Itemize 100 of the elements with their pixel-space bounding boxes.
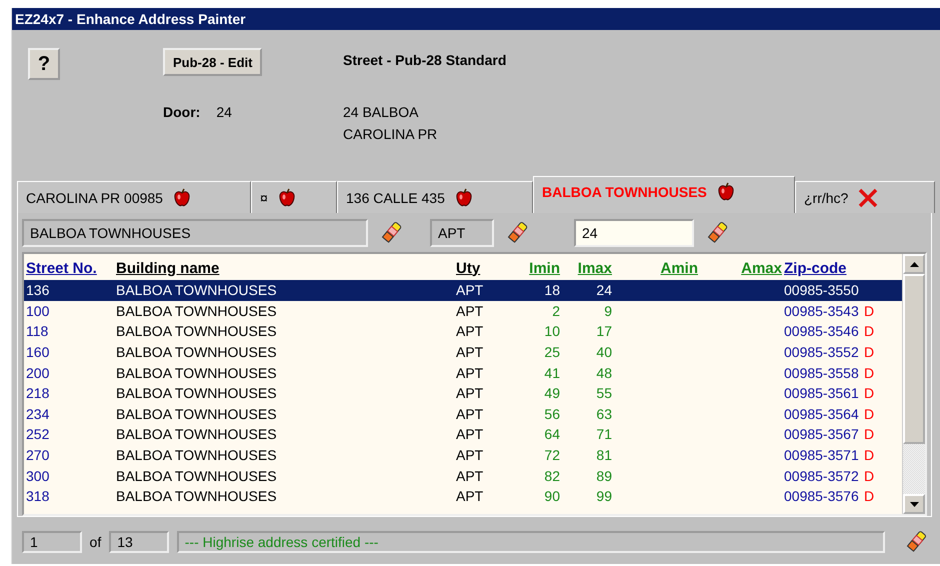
flag-text: D xyxy=(863,364,876,381)
help-button[interactable]: ? xyxy=(28,48,60,80)
building-field[interactable]: BALBOA TOWNHOUSES xyxy=(22,219,368,247)
table-cell-text: BALBOA TOWNHOUSES xyxy=(115,385,278,402)
record-field[interactable]: 1 xyxy=(22,531,82,553)
tab[interactable]: ¤ xyxy=(251,181,337,213)
address-line: 24 BALBOA xyxy=(343,104,420,120)
table-cell-text: 24 xyxy=(595,282,612,298)
table-row[interactable]: 118 BALBOA TOWNHOUSES APT 10 17 00985-3546 D xyxy=(24,321,902,342)
column-header[interactable]: Zip-code xyxy=(782,260,862,276)
edit-button[interactable]: Pub-28 - Edit xyxy=(163,48,262,76)
table-cell-text: BALBOA TOWNHOUSES xyxy=(115,344,278,360)
table-cell-text: 40 xyxy=(595,344,612,360)
table-cell-text: APT xyxy=(455,302,484,319)
table-row[interactable]: 252 BALBOA TOWNHOUSES APT 64 71 00985-3567 D xyxy=(24,424,902,445)
table-cell-text: 90 xyxy=(543,488,560,504)
flag-text: D xyxy=(863,468,876,484)
flag-text: D xyxy=(863,385,876,402)
column-header[interactable]: Amax xyxy=(698,260,782,276)
apple-icon xyxy=(716,182,735,202)
table-cell-text: 00985-3564 xyxy=(783,406,860,422)
table-cell-text: 252 xyxy=(25,426,50,442)
up-arrow-icon[interactable] xyxy=(910,262,918,266)
table-cell-text: BALBOA TOWNHOUSES xyxy=(115,406,278,422)
table-cell-text: 89 xyxy=(595,468,612,484)
table-cell-text: 81 xyxy=(595,447,612,464)
table-cell-text: 136 xyxy=(25,282,50,298)
table-cell-text: 200 xyxy=(25,364,50,381)
table-cell-text: 72 xyxy=(543,447,560,464)
table-cell-text: BALBOA TOWNHOUSES xyxy=(115,488,278,504)
table-cell-text: 100 xyxy=(25,302,50,319)
table-cell-text: 55 xyxy=(595,385,612,402)
flag-text: D xyxy=(863,406,876,422)
table-row[interactable]: 136 BALBOA TOWNHOUSES APT 18 24 00985-3550 xyxy=(24,280,902,301)
table-cell-text: BALBOA TOWNHOUSES xyxy=(115,447,278,464)
table-cell-text: APT xyxy=(455,447,484,464)
table-cell-text: 49 xyxy=(543,385,560,402)
of-label: of xyxy=(90,534,102,550)
flag-text: D xyxy=(863,344,876,360)
tab[interactable]: ¿rr/hc? xyxy=(795,181,935,213)
table-cell-text: APT xyxy=(455,385,484,402)
apple-icon xyxy=(172,188,191,208)
table-cell-text: 300 xyxy=(25,468,50,484)
table-cell-text: APT xyxy=(455,426,484,442)
flag-text: D xyxy=(863,302,876,319)
table-cell-text: 00985-3552 xyxy=(783,344,860,360)
table-cell-text: APT xyxy=(455,364,484,381)
table-cell-text: BALBOA TOWNHOUSES xyxy=(115,302,278,319)
down-arrow-icon[interactable] xyxy=(910,502,918,506)
flag-text: D xyxy=(863,426,876,442)
table-row[interactable]: 100 BALBOA TOWNHOUSES APT 2 9 00985-3543 D xyxy=(24,300,902,322)
table-cell-text: 118 xyxy=(25,323,50,340)
table-cell-text: 99 xyxy=(595,488,612,504)
table-cell-text: 00985-3571 xyxy=(783,447,860,464)
table-cell-text: 00985-3561 xyxy=(783,385,860,402)
unit-type-field[interactable]: APT xyxy=(430,219,494,247)
table-cell-text: 48 xyxy=(595,364,612,381)
table-cell-text: BALBOA TOWNHOUSES xyxy=(115,323,278,340)
table-cell-text: 234 xyxy=(25,406,50,422)
standard-label: Street - Pub-28 Standard xyxy=(343,52,506,68)
apple-icon xyxy=(454,188,473,208)
table-cell-text: 10 xyxy=(543,323,560,340)
table-row[interactable]: 218 BALBOA TOWNHOUSES APT 49 55 00985-3561 D xyxy=(24,382,902,404)
table-cell-text: 00985-3558 xyxy=(783,364,860,381)
number-field[interactable]: 24 xyxy=(574,219,694,247)
table-cell-text: 63 xyxy=(595,406,612,422)
column-header[interactable]: Imin xyxy=(516,260,560,276)
table-row[interactable]: 300 BALBOA TOWNHOUSES APT 82 89 00985-3572 D xyxy=(24,465,902,486)
table-cell-text: 218 xyxy=(25,385,50,402)
status-message: --- Highrise address certified --- xyxy=(176,531,886,553)
table-row[interactable]: 270 BALBOA TOWNHOUSES APT 72 81 00985-3571 D xyxy=(24,444,902,466)
table-cell-text: 56 xyxy=(543,406,560,422)
table-cell-text: 00985-3572 xyxy=(783,468,860,484)
table-row[interactable]: 234 BALBOA TOWNHOUSES APT 56 63 00985-3564 D xyxy=(24,404,902,424)
column-header[interactable]: Uty xyxy=(454,260,516,276)
close-icon[interactable] xyxy=(858,188,878,208)
table-cell-text: 318 xyxy=(25,488,50,504)
table-cell-text: 17 xyxy=(595,323,612,340)
table-cell-text: 9 xyxy=(603,302,612,319)
window-title: EZ24x7 - Enhance Address Painter xyxy=(12,8,940,30)
column-header[interactable]: Imax xyxy=(560,260,612,276)
table-cell-text: APT xyxy=(455,344,484,360)
table-cell-text: APT xyxy=(455,468,484,484)
tab[interactable]: 136 CALLE 435 xyxy=(337,181,533,213)
column-header[interactable]: Amin xyxy=(612,260,698,276)
table-cell-text: 18 xyxy=(543,282,560,298)
table-cell-text: BALBOA TOWNHOUSES xyxy=(115,282,278,298)
table-cell-text: APT xyxy=(455,406,484,422)
table-cell-text: 00985-3543 xyxy=(783,302,860,319)
address-line: CAROLINA PR xyxy=(343,126,438,142)
table-cell-text: 00985-3550 xyxy=(783,282,860,298)
table-row[interactable]: 160 BALBOA TOWNHOUSES APT 25 40 00985-3552 D xyxy=(24,342,902,362)
column-header[interactable]: Street No. xyxy=(24,260,114,276)
column-header[interactable]: Building name xyxy=(114,260,454,276)
table-cell-text: 25 xyxy=(543,344,560,360)
table-row[interactable]: 200 BALBOA TOWNHOUSES APT 41 48 00985-3558 D xyxy=(24,362,902,383)
scrollbar[interactable] xyxy=(902,254,925,514)
tab[interactable]: CAROLINA PR 00985 xyxy=(17,181,251,213)
flag-text: D xyxy=(863,488,876,504)
table-row[interactable]: 318 BALBOA TOWNHOUSES APT 90 99 00985-3576 D xyxy=(24,486,902,507)
